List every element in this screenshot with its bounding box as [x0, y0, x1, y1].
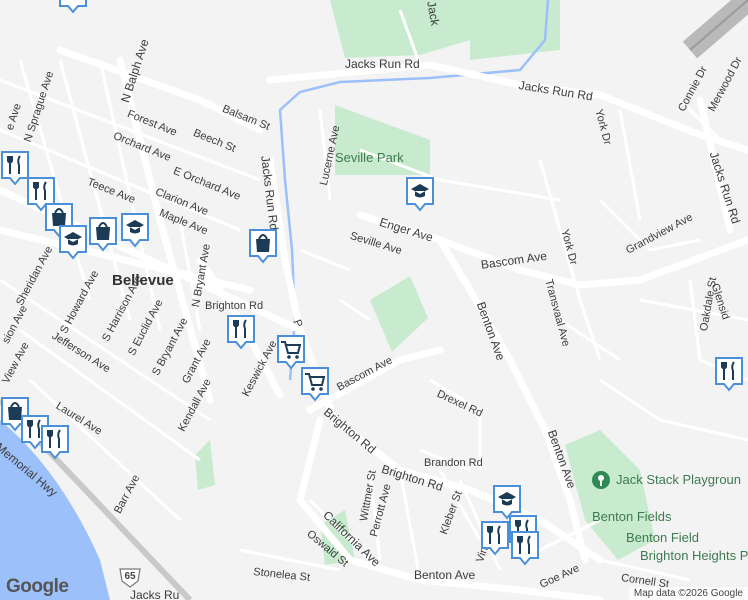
restaurant-pin-bottom-1[interactable] — [480, 520, 510, 556]
park-label-brighton-heights: Brighton Heights Park — [640, 548, 748, 563]
road-label-brandon-rd: Brandon Rd — [424, 457, 483, 469]
school-pin-bellevue-1[interactable] — [58, 224, 88, 260]
school-pin-bellevue-2[interactable] — [120, 212, 150, 248]
restaurant-icon — [481, 521, 509, 556]
school-icon — [406, 177, 434, 212]
restaurant-icon — [715, 357, 743, 392]
road-label-brighton-rd: Brighton Rd — [205, 300, 264, 312]
google-logo: Google — [6, 576, 69, 597]
highway-shield: 65 — [118, 567, 142, 589]
school-pin-top[interactable] — [58, 0, 88, 36]
restaurant-pin-right[interactable] — [714, 356, 744, 392]
park-label-seville: Seville Park — [335, 150, 404, 165]
school-icon — [59, 225, 87, 260]
playground-icon[interactable] — [592, 471, 610, 489]
school-icon — [121, 213, 149, 248]
restaurant-icon — [227, 315, 255, 350]
shopping-pin-jacks[interactable] — [248, 228, 278, 264]
restaurant-icon — [511, 531, 539, 566]
shopping-bag-icon — [249, 229, 277, 264]
road-label-jacks-run-rd: Jacks Ru — [130, 588, 180, 600]
grocery-pin-2[interactable] — [300, 366, 330, 402]
park-label-benton-field: Benton Field — [626, 530, 699, 545]
restaurant-icon — [41, 425, 69, 460]
restaurant-pin-bellevue-2[interactable] — [88, 216, 118, 252]
school-icon — [59, 0, 87, 14]
restaurant-pin-bottom-3[interactable] — [510, 530, 540, 566]
grocery-pin-1[interactable] — [276, 334, 306, 370]
grocery-cart-icon — [277, 335, 305, 370]
restaurant-pin-brighton[interactable] — [226, 314, 256, 350]
map-canvas[interactable]: Jacks Run Rd Jacks Run Rd Jacks Run Rd J… — [0, 0, 748, 600]
school-pin-enger[interactable] — [405, 176, 435, 212]
restaurant-pin-left-3[interactable] — [40, 424, 70, 460]
grocery-cart-icon — [301, 367, 329, 402]
park-label-benton-fields: Benton Fields — [592, 509, 672, 524]
road-label-jacks-run-rd: Jacks Run Rd — [345, 57, 420, 71]
road-label-benton-ave: Benton Ave — [414, 568, 476, 582]
park-label-jack-stack: Jack Stack Playgroun — [616, 472, 742, 487]
map-attribution[interactable]: Map data ©2026 Google — [628, 587, 748, 600]
shopping-bag-icon — [89, 217, 117, 252]
